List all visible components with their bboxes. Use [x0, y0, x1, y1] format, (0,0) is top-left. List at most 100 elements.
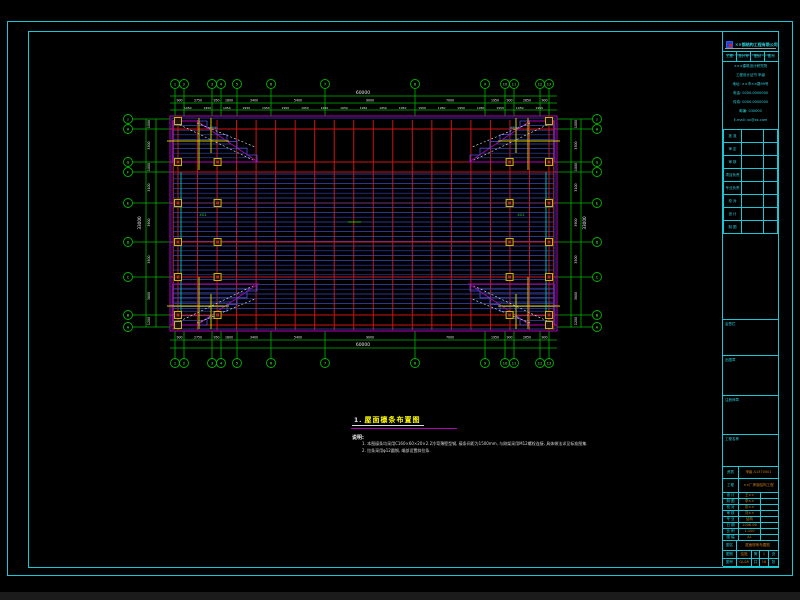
bottom-table-cell: 日 期 — [723, 523, 739, 528]
bottom-table-cell: 图 幅 — [723, 535, 739, 540]
svg-text:1000: 1000 — [574, 163, 578, 171]
titleblock-header-cell: 图号 — [765, 52, 778, 61]
svg-text:11: 11 — [512, 361, 516, 365]
svg-text:9: 9 — [484, 82, 486, 86]
bottom-table-cell: ××厂房钢结构工程 — [739, 479, 778, 492]
svg-text:1200: 1200 — [147, 317, 151, 325]
svg-text:J: J — [126, 117, 128, 121]
svg-text:5400: 5400 — [294, 336, 302, 340]
svg-text:1950: 1950 — [457, 106, 465, 110]
bottom-table-cell — [761, 535, 778, 540]
address-line: 传真: 0000-0000000 — [723, 98, 778, 107]
svg-text:G: G — [127, 160, 130, 164]
svg-text:1950: 1950 — [340, 106, 348, 110]
svg-text:1950: 1950 — [418, 106, 426, 110]
bottom-table: 资质甲级 A1370001工程××厂房钢结构工程设 计王××制 图李××校 对张… — [723, 466, 778, 567]
svg-text:950: 950 — [213, 99, 219, 103]
svg-text:6: 6 — [270, 361, 272, 365]
svg-text:1950: 1950 — [203, 106, 211, 110]
svg-text:XG1: XG1 — [199, 213, 206, 217]
svg-text:11: 11 — [512, 82, 516, 86]
svg-text:5: 5 — [236, 82, 238, 86]
svg-text:1000: 1000 — [574, 120, 578, 128]
svg-text:F: F — [596, 170, 598, 174]
address-line: 邮编: 030000 — [723, 107, 778, 116]
cad-drawing-sheet: 1122334455667788991010111112121313JJHHGG… — [0, 0, 800, 600]
approval-row: 审 定 — [724, 143, 778, 156]
svg-text:1: 1 — [174, 82, 176, 86]
svg-text:D: D — [127, 240, 130, 244]
svg-text:3500: 3500 — [147, 255, 151, 263]
svg-text:2: 2 — [183, 82, 185, 86]
svg-text:3900: 3900 — [147, 218, 151, 226]
svg-text:1950: 1950 — [535, 106, 543, 110]
svg-text:1950: 1950 — [282, 106, 290, 110]
svg-text:3500: 3500 — [574, 255, 578, 263]
svg-text:7: 7 — [324, 361, 326, 365]
svg-text:6: 6 — [270, 82, 272, 86]
bottom-table-cell: 甲级 A1370001 — [739, 467, 778, 478]
bottom-table-cell: 李×× — [739, 499, 761, 504]
svg-text:1000: 1000 — [147, 120, 151, 128]
svg-text:3300: 3300 — [574, 141, 578, 149]
titleblock-header-cell: 图别 — [751, 52, 765, 61]
svg-text:950: 950 — [213, 336, 219, 340]
svg-text:J: J — [595, 117, 597, 121]
svg-text:XG1: XG1 — [517, 213, 524, 217]
svg-text:5400: 5400 — [294, 99, 302, 103]
address-line: 工程设计证书 甲级 — [723, 71, 778, 80]
svg-text:1600: 1600 — [225, 99, 233, 103]
svg-text:1950: 1950 — [477, 106, 485, 110]
svg-text:9: 9 — [484, 361, 486, 365]
approval-row: 项目负责 — [724, 169, 778, 182]
bottom-table-cell — [761, 523, 778, 528]
bottom-table-cell — [761, 493, 778, 498]
svg-text:3400: 3400 — [250, 99, 258, 103]
bottom-table-cell: 结施 — [737, 551, 752, 558]
svg-text:3400: 3400 — [250, 336, 258, 340]
svg-text:E: E — [127, 201, 129, 205]
bottom-table-cell: 图别 — [723, 551, 737, 558]
bottom-table-row: 图号GJ-08共16张 — [723, 559, 778, 567]
address-line: 地址: ××市××路99号 — [723, 80, 778, 89]
bottom-table-cell: 页 — [769, 551, 778, 558]
svg-text:8: 8 — [414, 361, 416, 365]
bottom-table-cell — [761, 529, 778, 534]
svg-text:1950: 1950 — [438, 106, 446, 110]
svg-text:2750: 2750 — [194, 99, 202, 103]
svg-text:13: 13 — [547, 361, 551, 365]
title-underline-magenta — [351, 428, 457, 429]
bottom-table-cell: 1:100 — [739, 529, 761, 534]
notes-label: 说明: — [352, 434, 364, 441]
section-divider — [723, 355, 778, 356]
svg-text:1950: 1950 — [360, 106, 368, 110]
approval-row: 制 图 — [724, 221, 778, 234]
header-cells: 工程设计号图别图号 — [723, 51, 778, 62]
section-label: 注册师章 — [725, 398, 739, 403]
plan-svg[interactable]: 1122334455667788991010111112121313JJHHGG… — [0, 0, 800, 600]
bottom-table-cell: 专 业 — [723, 517, 739, 522]
approval-row: 校 对 — [724, 195, 778, 208]
svg-text:1950: 1950 — [243, 106, 251, 110]
title-block: ××钢结构工程有限公司 STEEL STRUCTURE ENG. CO.,LTD… — [722, 31, 778, 566]
approval-row: 审 核 — [724, 156, 778, 169]
svg-text:1950: 1950 — [321, 106, 329, 110]
bottom-table-cell: 张 — [769, 559, 778, 566]
svg-text:2650: 2650 — [523, 336, 531, 340]
svg-text:1950: 1950 — [516, 106, 524, 110]
bottom-table-cell: 共 — [752, 559, 760, 566]
title-underline-white — [352, 425, 424, 426]
company-name: ××钢结构工程有限公司 — [735, 43, 778, 47]
bottom-table-cell: 工程 — [723, 479, 739, 492]
svg-text:900: 900 — [506, 336, 512, 340]
bottom-table-cell — [761, 517, 778, 522]
svg-text:3: 3 — [211, 82, 213, 86]
svg-text:7000: 7000 — [446, 336, 454, 340]
svg-text:1600: 1600 — [225, 336, 233, 340]
svg-text:1950: 1950 — [301, 106, 309, 110]
bottom-table-cell — [761, 511, 778, 516]
svg-text:1950: 1950 — [262, 106, 270, 110]
bottom-table-cell: 图名 — [723, 541, 737, 550]
approval-row: 批 准 — [724, 130, 778, 143]
bottom-table-cell: 制 图 — [723, 499, 739, 504]
